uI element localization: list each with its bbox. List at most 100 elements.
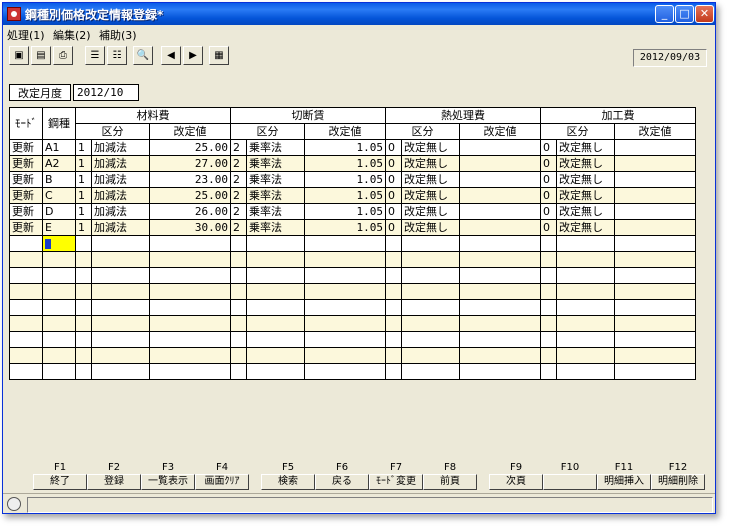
cell-p-val[interactable] xyxy=(614,219,696,236)
cell-h-val[interactable] xyxy=(459,299,541,316)
cell-m-val[interactable]: 26.00 xyxy=(149,203,231,220)
table-row[interactable] xyxy=(9,363,696,380)
cell-m-val[interactable] xyxy=(149,299,231,316)
cell-steel[interactable]: D xyxy=(42,203,76,220)
fkey-button-f11[interactable]: 明細挿入 xyxy=(597,474,651,490)
cell-p-code[interactable]: 0 xyxy=(540,219,557,236)
fkey-button-f8[interactable]: 前頁 xyxy=(423,474,477,490)
cell-mode[interactable]: 更新 xyxy=(9,171,43,188)
cell-p-name[interactable] xyxy=(556,267,615,284)
cell-h-code[interactable]: 0 xyxy=(385,203,402,220)
cell-c-name[interactable]: 乗率法 xyxy=(246,187,305,204)
fkey-button-f3[interactable]: 一覧表示 xyxy=(141,474,195,490)
cell-m-val[interactable] xyxy=(149,363,231,380)
cell-h-code[interactable] xyxy=(385,363,402,380)
cell-m-code[interactable]: 1 xyxy=(75,155,92,172)
cell-mode[interactable]: 更新 xyxy=(9,203,43,220)
cell-h-code[interactable] xyxy=(385,299,402,316)
cell-p-name[interactable] xyxy=(556,347,615,364)
cell-c-code[interactable]: 2 xyxy=(230,139,247,156)
cell-m-name[interactable]: 加減法 xyxy=(91,139,150,156)
cell-m-code[interactable]: 1 xyxy=(75,187,92,204)
cell-mode[interactable] xyxy=(9,267,43,284)
cell-h-name[interactable] xyxy=(401,299,460,316)
cell-h-code[interactable] xyxy=(385,251,402,268)
cell-m-code[interactable]: 1 xyxy=(75,139,92,156)
cell-p-code[interactable] xyxy=(540,363,557,380)
cell-c-name[interactable]: 乗率法 xyxy=(246,139,305,156)
cell-steel[interactable] xyxy=(42,251,76,268)
cell-steel[interactable] xyxy=(42,283,76,300)
cell-steel[interactable] xyxy=(42,347,76,364)
cell-steel[interactable]: A2 xyxy=(42,155,76,172)
table-row[interactable]: 更新 E 1 加減法 30.00 2 乗率法 1.05 0 改定無し 0 改定無し xyxy=(9,219,696,236)
cell-mode[interactable] xyxy=(9,283,43,300)
cell-h-val[interactable] xyxy=(459,155,541,172)
cell-m-code[interactable] xyxy=(75,235,92,252)
cell-p-code[interactable] xyxy=(540,331,557,348)
open-folder-icon[interactable]: ▣ xyxy=(9,46,29,65)
cell-h-code[interactable]: 0 xyxy=(385,219,402,236)
cell-h-val[interactable] xyxy=(459,315,541,332)
cell-m-name[interactable]: 加減法 xyxy=(91,171,150,188)
cell-steel[interactable]: B xyxy=(42,171,76,188)
cell-p-name[interactable] xyxy=(556,331,615,348)
cell-mode[interactable] xyxy=(9,347,43,364)
cell-p-val[interactable] xyxy=(614,155,696,172)
cell-c-val[interactable]: 1.05 xyxy=(304,155,386,172)
cell-m-val[interactable] xyxy=(149,235,231,252)
cell-m-val[interactable] xyxy=(149,315,231,332)
cell-c-code[interactable]: 2 xyxy=(230,155,247,172)
cell-c-val[interactable] xyxy=(304,299,386,316)
cell-h-name[interactable] xyxy=(401,251,460,268)
fkey-button-f9[interactable]: 次頁 xyxy=(489,474,543,490)
table-row[interactable] xyxy=(9,331,696,348)
cell-c-val[interactable] xyxy=(304,267,386,284)
cell-m-val[interactable]: 25.00 xyxy=(149,139,231,156)
cell-mode[interactable] xyxy=(9,235,43,252)
cell-p-name[interactable]: 改定無し xyxy=(556,139,615,156)
menu-assist[interactable]: 補助(3) xyxy=(99,27,137,43)
cell-mode[interactable] xyxy=(9,299,43,316)
cell-m-name[interactable]: 加減法 xyxy=(91,219,150,236)
cell-c-val[interactable]: 1.05 xyxy=(304,203,386,220)
cell-m-name[interactable] xyxy=(91,267,150,284)
prev-icon[interactable]: ◀ xyxy=(161,46,181,65)
cell-c-name[interactable] xyxy=(246,331,305,348)
cell-h-val[interactable] xyxy=(459,235,541,252)
cell-m-name[interactable] xyxy=(91,283,150,300)
cell-m-code[interactable] xyxy=(75,315,92,332)
cell-c-name[interactable] xyxy=(246,363,305,380)
cell-c-name[interactable]: 乗率法 xyxy=(246,219,305,236)
cell-h-name[interactable] xyxy=(401,235,460,252)
cell-m-code[interactable] xyxy=(75,299,92,316)
cell-m-val[interactable] xyxy=(149,267,231,284)
cell-mode[interactable] xyxy=(9,315,43,332)
cell-steel[interactable] xyxy=(42,315,76,332)
cell-c-code[interactable]: 2 xyxy=(230,219,247,236)
maximize-button[interactable]: □ xyxy=(675,5,694,23)
cell-c-val[interactable]: 1.05 xyxy=(304,219,386,236)
cell-p-code[interactable] xyxy=(540,283,557,300)
table-row[interactable]: 更新 A1 1 加減法 25.00 2 乗率法 1.05 0 改定無し 0 改定無し xyxy=(9,139,696,156)
menu-process[interactable]: 処理(1) xyxy=(7,27,45,43)
cell-mode[interactable] xyxy=(9,331,43,348)
cell-m-code[interactable] xyxy=(75,251,92,268)
cell-c-val[interactable] xyxy=(304,363,386,380)
cell-m-val[interactable] xyxy=(149,251,231,268)
fkey-button-f1[interactable]: 終了 xyxy=(33,474,87,490)
grid-icon[interactable]: ▦ xyxy=(209,46,229,65)
cell-m-code[interactable]: 1 xyxy=(75,219,92,236)
cell-c-val[interactable] xyxy=(304,315,386,332)
cell-p-name[interactable]: 改定無し xyxy=(556,219,615,236)
fkey-button-f7[interactable]: ﾓｰﾄﾞ変更 xyxy=(369,474,423,490)
table-row[interactable]: 更新 D 1 加減法 26.00 2 乗率法 1.05 0 改定無し 0 改定無し xyxy=(9,203,696,220)
cell-p-code[interactable]: 0 xyxy=(540,203,557,220)
cell-p-val[interactable] xyxy=(614,187,696,204)
cell-c-code[interactable] xyxy=(230,299,247,316)
cell-h-code[interactable] xyxy=(385,347,402,364)
cell-m-name[interactable] xyxy=(91,347,150,364)
cell-m-code[interactable] xyxy=(75,347,92,364)
menu-edit[interactable]: 編集(2) xyxy=(53,27,91,43)
cell-p-code[interactable]: 0 xyxy=(540,171,557,188)
